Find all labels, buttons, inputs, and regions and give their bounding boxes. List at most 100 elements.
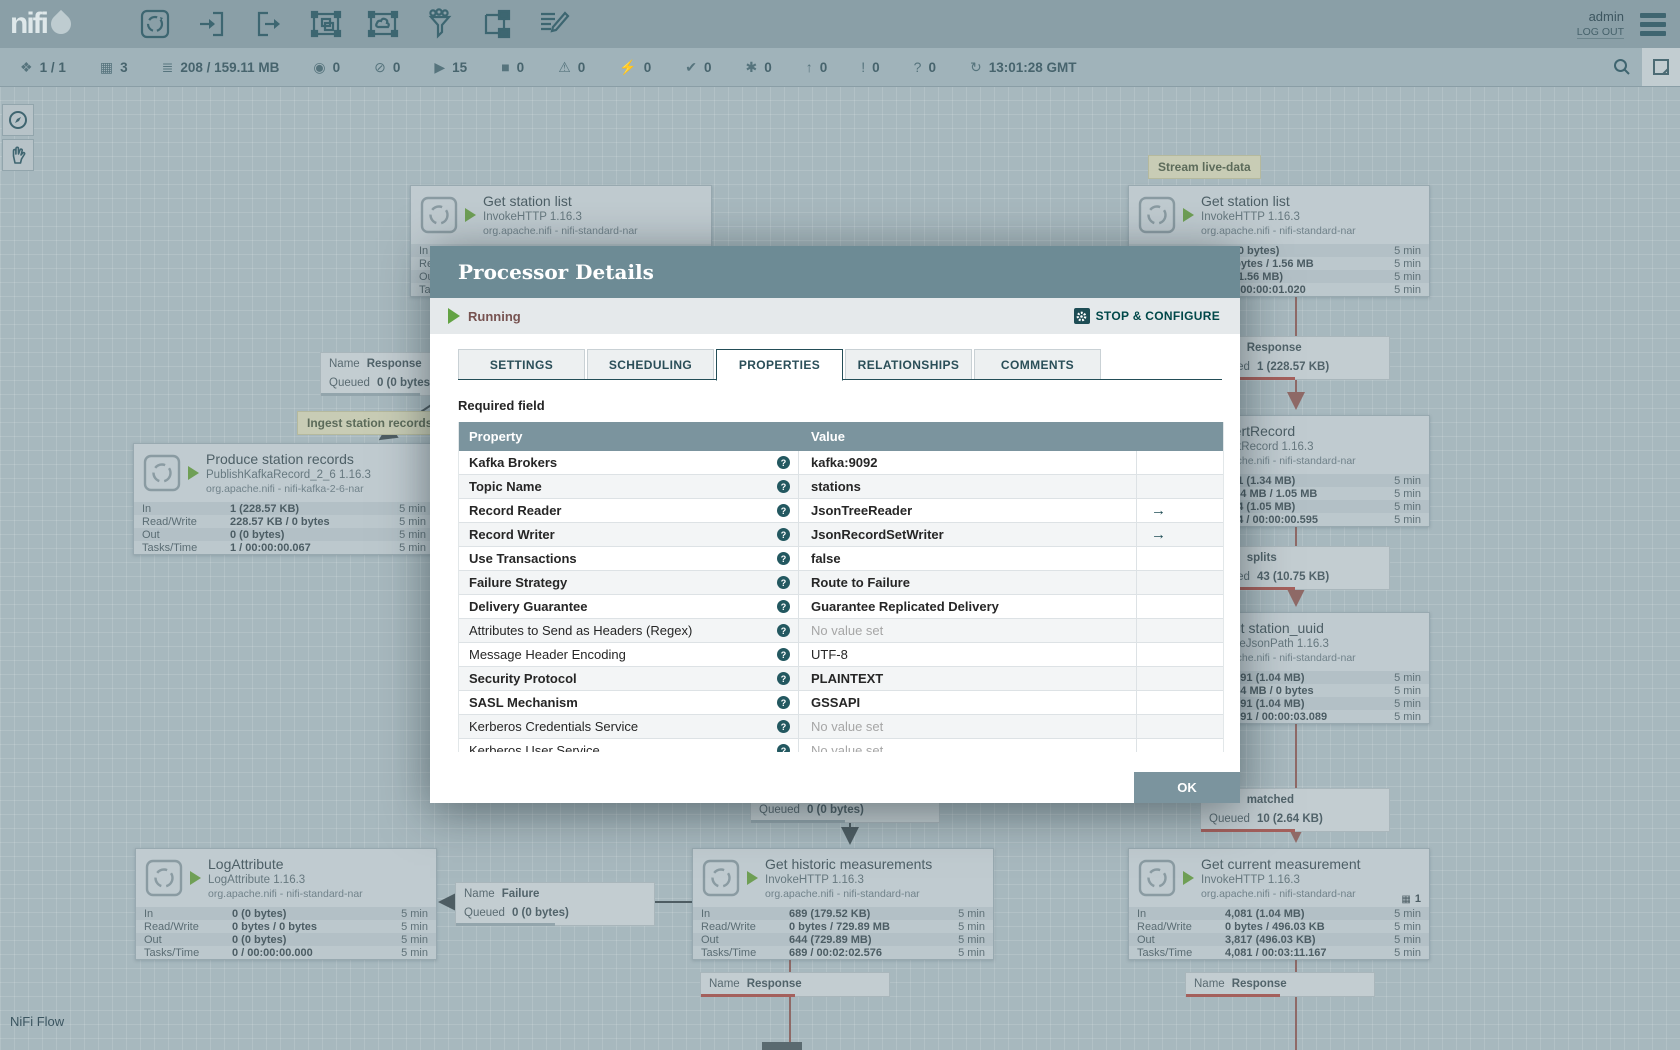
property-row[interactable]: Kerberos Credentials Service? No value se… <box>459 715 1223 739</box>
processor-stat-row: In 1 (228.57 KB) 5 min <box>134 502 434 515</box>
connection-label-failure[interactable]: Name Failure Queued 0 (0 bytes) <box>455 882 655 926</box>
property-value[interactable]: Guarantee Replicated Delivery <box>811 599 999 614</box>
processor-log-attribute[interactable]: LogAttribute LogAttribute 1.16.3 org.apach… <box>135 848 437 960</box>
processor-type: InvokeHTTP 1.16.3 <box>765 874 864 886</box>
help-icon[interactable]: ? <box>777 720 790 733</box>
property-row[interactable]: Failure Strategy? Route to Failure <box>459 571 1223 595</box>
output-port-icon[interactable] <box>252 7 286 41</box>
property-row[interactable]: SASL Mechanism? GSSAPI <box>459 691 1223 715</box>
help-icon[interactable]: ? <box>777 504 790 517</box>
go-to-service-icon[interactable]: → <box>1151 526 1166 543</box>
processor-get-historic-measurements[interactable]: Get historic measurements InvokeHTTP 1.16… <box>692 848 994 960</box>
cluster-icon: ❖ <box>20 58 33 75</box>
processor-icon[interactable] <box>138 7 172 41</box>
stop-and-configure-button[interactable]: STOP & CONFIGURE <box>1073 308 1220 324</box>
property-value[interactable]: kafka:9092 <box>811 455 878 470</box>
help-icon[interactable]: ? <box>777 648 790 661</box>
help-icon[interactable]: ? <box>777 456 790 469</box>
property-value[interactable]: No value set <box>811 719 883 734</box>
processor-badge: ▦ 1 <box>1401 893 1421 905</box>
property-name: Delivery Guarantee <box>469 599 588 614</box>
connection-label-response-bottom-right[interactable]: Name Response <box>1185 972 1375 997</box>
property-row[interactable]: Security Protocol? PLAINTEXT <box>459 667 1223 691</box>
property-column-header: Property <box>469 429 523 444</box>
nifi-logo-text: nifi <box>10 7 49 40</box>
processor-stat-row: Out 0 (0 bytes) 5 min <box>134 528 434 541</box>
property-row[interactable]: Record Writer? JsonRecordSetWriter → <box>459 523 1223 547</box>
property-row[interactable]: Kafka Brokers? kafka:9092 <box>459 451 1223 475</box>
property-value[interactable]: UTF-8 <box>811 647 848 662</box>
help-icon[interactable]: ? <box>777 528 790 541</box>
property-value[interactable]: No value set <box>811 623 883 638</box>
help-icon[interactable]: ? <box>777 552 790 565</box>
help-icon[interactable]: ? <box>777 600 790 613</box>
birdseye-toggle-button[interactable] <box>1642 48 1680 86</box>
property-value[interactable]: stations <box>811 479 861 494</box>
processor-title: LogAttribute <box>208 856 284 872</box>
property-name: Kafka Brokers <box>469 455 558 470</box>
tab-properties[interactable]: PROPERTIES <box>716 349 843 381</box>
processor-bundle: org.apache.nifi - nifi-standard-nar <box>1201 225 1356 237</box>
label-icon[interactable] <box>537 7 571 41</box>
ok-button[interactable]: OK <box>1134 772 1240 803</box>
logout-link[interactable]: LOG OUT <box>1576 26 1624 39</box>
property-value[interactable]: JsonTreeReader <box>811 503 912 518</box>
operate-palette-button[interactable] <box>2 139 34 171</box>
processor-bundle: org.apache.nifi - nifi-standard-nar <box>208 888 363 900</box>
transmitting-icon: ◉ <box>313 58 326 75</box>
tab-relationships[interactable]: RELATIONSHIPS <box>845 349 972 380</box>
processor-stat-row: Read/Write 0 bytes / 729.89 MB 5 min <box>693 920 993 933</box>
status-locally-modified: ✱ 0 <box>745 58 772 75</box>
processor-produce-station-records[interactable]: Produce station records PublishKafkaRecor… <box>133 443 435 555</box>
help-icon[interactable]: ? <box>777 576 790 589</box>
property-row[interactable]: Message Header Encoding? UTF-8 <box>459 643 1223 667</box>
property-value[interactable]: No value set <box>811 743 883 752</box>
tab-scheduling[interactable]: SCHEDULING <box>587 349 714 380</box>
property-value[interactable]: Route to Failure <box>811 575 910 590</box>
property-row[interactable]: Record Reader? JsonTreeReader → <box>459 499 1223 523</box>
queue-load-bar <box>751 820 845 823</box>
compass-icon <box>9 111 27 129</box>
help-icon[interactable]: ? <box>777 696 790 709</box>
canvas-label-ingest-station-records[interactable]: Ingest station records <box>297 411 443 435</box>
processor-bundle: org.apache.nifi - nifi-kafka-2-6-nar <box>206 483 364 495</box>
property-row[interactable]: Delivery Guarantee? Guarantee Replicated … <box>459 595 1223 619</box>
property-row[interactable]: Kerberos User Service? No value set <box>459 739 1223 752</box>
funnel-icon[interactable] <box>423 7 457 41</box>
status-stopped: ■ 0 <box>501 59 525 75</box>
property-value[interactable]: PLAINTEXT <box>811 671 883 686</box>
property-value[interactable]: JsonRecordSetWriter <box>811 527 944 542</box>
process-group-icon[interactable] <box>309 7 343 41</box>
tab-settings[interactable]: SETTINGS <box>458 349 585 380</box>
template-icon[interactable] <box>480 7 514 41</box>
canvas-label-stream-live-data[interactable]: Stream live-data <box>1148 155 1261 179</box>
property-value[interactable]: GSSAPI <box>811 695 860 710</box>
property-name: Record Writer <box>469 527 555 542</box>
grid-icon: ▦ <box>1401 893 1411 905</box>
connection-label-response-bottom-center[interactable]: Name Response <box>700 972 890 997</box>
hand-icon <box>12 146 26 164</box>
breadcrumb[interactable]: NiFi Flow <box>10 1014 64 1029</box>
remote-process-group-icon[interactable] <box>366 7 400 41</box>
processor-title: Get station list <box>483 193 572 209</box>
property-row[interactable]: Attributes to Send as Headers (Regex)? No… <box>459 619 1223 643</box>
help-icon[interactable]: ? <box>777 624 790 637</box>
global-menu-button[interactable] <box>1640 12 1666 36</box>
help-icon[interactable]: ? <box>777 672 790 685</box>
search-button[interactable] <box>1602 48 1642 86</box>
help-icon[interactable]: ? <box>777 480 790 493</box>
nifi-drop-icon <box>46 9 76 39</box>
processor-icon <box>1138 859 1176 902</box>
go-to-service-icon[interactable]: → <box>1151 502 1166 519</box>
processor-type: LogAttribute 1.16.3 <box>208 874 306 886</box>
help-icon[interactable]: ? <box>777 744 790 752</box>
input-port-icon[interactable] <box>195 7 229 41</box>
tab-comments[interactable]: COMMENTS <box>974 349 1101 380</box>
property-value[interactable]: false <box>811 551 841 566</box>
processor-stat-row: Out 3,817 (496.03 KB) 5 min <box>1129 933 1429 946</box>
navigate-palette-button[interactable] <box>2 104 34 136</box>
dialog-tabs: SETTINGS SCHEDULING PROPERTIES RELATIONSHIP… <box>458 349 1222 381</box>
property-row[interactable]: Use Transactions? false <box>459 547 1223 571</box>
property-row[interactable]: Topic Name? stations <box>459 475 1223 499</box>
processor-get-current-measurement[interactable]: Get current measurement InvokeHTTP 1.16.3… <box>1128 848 1430 960</box>
